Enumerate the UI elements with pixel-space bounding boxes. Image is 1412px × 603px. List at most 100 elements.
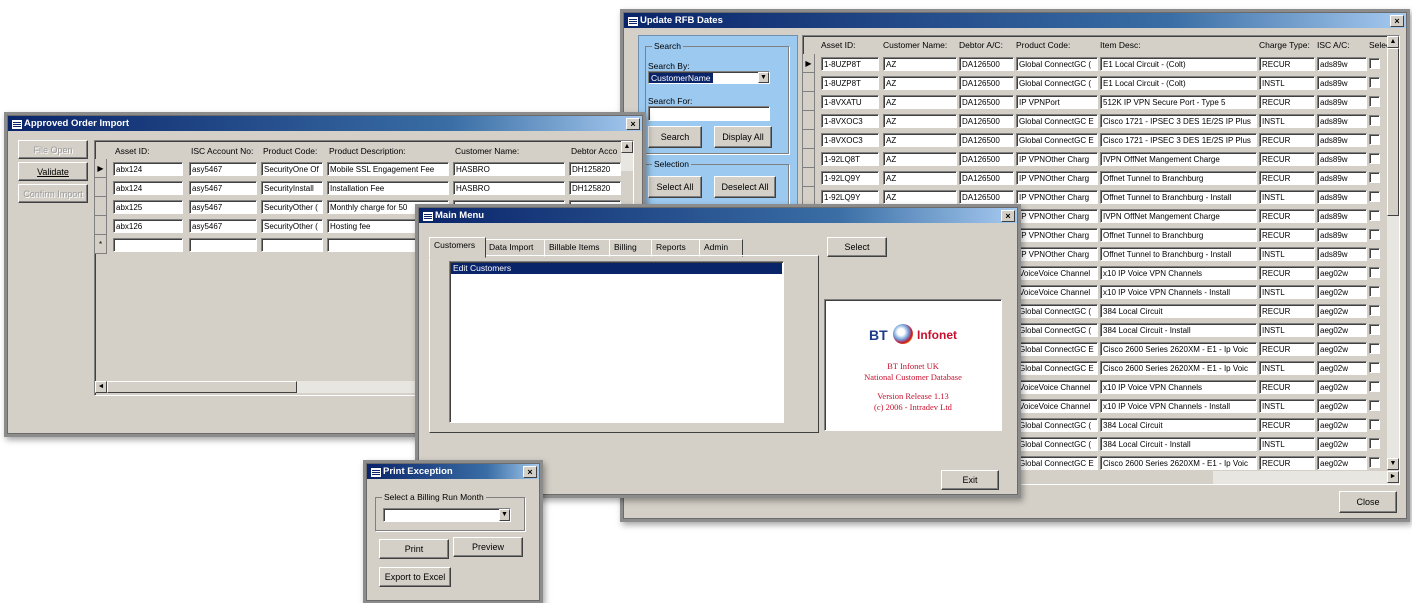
table-cell[interactable]: Global ConnectGC ( [1016,304,1098,318]
close-icon[interactable]: × [626,118,640,130]
select-checkbox[interactable] [1369,267,1380,278]
table-cell[interactable]: 1-92LQ9Y [821,190,879,204]
scroll-thumb[interactable] [1387,48,1399,216]
table-cell[interactable]: ads89w [1317,171,1367,185]
row-selector[interactable]: ▶ [803,54,815,73]
table-cell[interactable]: VoiceVoice Channel [1016,380,1098,394]
row-selector[interactable] [803,73,815,92]
search-by-combo[interactable]: CustomerName ▼ [648,71,770,84]
table-row[interactable]: 1-92LQ9Y AZ DA126500 IP VPNOther Charg Offne… [803,187,1387,206]
table-cell[interactable]: INSTL [1259,323,1315,337]
table-row[interactable]: 1-8VXOC3 AZ DA126500 Global ConnectGC E Cisc… [803,130,1387,149]
table-cell[interactable]: SecurityOne Of [261,162,323,176]
table-cell[interactable]: RECUR [1259,95,1315,109]
update-rfb-titlebar[interactable]: Update RFB Dates × [624,13,1406,28]
billing-run-month-combo[interactable]: ▼ [383,508,511,522]
table-cell[interactable]: ads89w [1317,228,1367,242]
table-cell[interactable]: 1-8VXOC3 [821,114,879,128]
table-cell[interactable]: INSTL [1259,76,1315,90]
table-cell[interactable]: asy5467 [189,162,257,176]
table-cell[interactable]: 384 Local Circuit - Install [1100,437,1257,451]
table-cell[interactable]: RECUR [1259,152,1315,166]
list-item[interactable]: Edit Customers [451,263,782,274]
table-cell[interactable]: DH125820 [569,162,621,176]
table-cell[interactable]: AZ [883,171,957,185]
table-cell[interactable]: VoiceVoice Channel [1016,266,1098,280]
table-cell[interactable]: IP VPNOther Charg [1016,171,1098,185]
table-cell[interactable]: ads89w [1317,76,1367,90]
table-row[interactable]: 1-92LQ9Y AZ DA126500 IP VPNOther Charg Offne… [803,168,1387,187]
import-horizontal-scrollbar[interactable]: ◄ [95,381,425,393]
table-cell[interactable]: Installation Fee [327,181,449,195]
row-selector[interactable] [95,197,107,216]
table-cell[interactable] [113,238,183,252]
table-cell[interactable]: aeg02w [1317,266,1367,280]
table-cell[interactable]: aeg02w [1317,437,1367,451]
table-cell[interactable]: Cisco 2600 Series 2620XM - E1 - Ip Voic [1100,342,1257,356]
table-cell[interactable]: AZ [883,114,957,128]
table-cell[interactable]: INSTL [1259,437,1315,451]
select-checkbox[interactable] [1369,77,1380,88]
exit-button[interactable]: Exit [941,470,999,490]
table-row[interactable]: 1-8UZP8T AZ DA126500 Global ConnectGC (E1 L… [803,73,1387,92]
table-cell[interactable]: INSTL [1259,190,1315,204]
rfb-vertical-scrollbar[interactable]: ▲ ▼ [1387,36,1399,470]
table-cell[interactable]: abx126 [113,219,183,233]
table-cell[interactable]: ads89w [1317,152,1367,166]
select-checkbox[interactable] [1369,457,1380,468]
table-cell[interactable]: Cisco 2600 Series 2620XM - E1 - Ip Voic [1100,361,1257,375]
table-cell[interactable]: RECUR [1259,57,1315,71]
table-cell[interactable]: Global ConnectGC E [1016,133,1098,147]
table-cell[interactable]: RECUR [1259,304,1315,318]
table-cell[interactable]: Global ConnectGC ( [1016,76,1098,90]
row-selector[interactable]: ▶ [95,159,107,178]
print-exception-titlebar[interactable]: Print Exception × [367,464,539,479]
select-checkbox[interactable] [1369,191,1380,202]
table-cell[interactable]: aeg02w [1317,380,1367,394]
select-checkbox[interactable] [1369,172,1380,183]
select-checkbox[interactable] [1369,210,1380,221]
select-checkbox[interactable] [1369,286,1380,297]
import-vertical-scrollbar[interactable]: ▲ [621,141,633,171]
table-cell[interactable]: HASBRO [453,181,565,195]
table-cell[interactable]: aeg02w [1317,361,1367,375]
table-cell[interactable]: Global ConnectGC E [1016,342,1098,356]
table-cell[interactable]: RECUR [1259,342,1315,356]
table-cell[interactable]: aeg02w [1317,323,1367,337]
table-cell[interactable]: Cisco 1721 - IPSEC 3 DES 1E/2S IP Plus [1100,114,1257,128]
table-cell[interactable]: abx124 [113,162,183,176]
table-cell[interactable]: ads89w [1317,95,1367,109]
row-selector[interactable] [803,111,815,130]
table-cell[interactable]: 1-8VXATU [821,95,879,109]
table-row[interactable]: 1-8VXOC3 AZ DA126500 Global ConnectGC E Cisc… [803,111,1387,130]
select-all-button[interactable]: Select All [648,176,702,198]
select-checkbox[interactable] [1369,115,1380,126]
table-cell[interactable]: VoiceVoice Channel [1016,285,1098,299]
table-cell[interactable]: 512K IP VPN Secure Port - Type 5 [1100,95,1257,109]
close-button[interactable]: Close [1339,491,1397,513]
row-selector[interactable] [95,178,107,197]
table-cell[interactable]: VoiceVoice Channel [1016,399,1098,413]
close-icon[interactable]: × [523,466,537,478]
select-checkbox[interactable] [1369,153,1380,164]
table-cell[interactable]: Global ConnectGC E [1016,114,1098,128]
table-cell[interactable]: RECUR [1259,380,1315,394]
table-cell[interactable]: Cisco 2600 Series 2620XM - E1 - Ip Voic [1100,456,1257,470]
table-cell[interactable]: IVPN OffNet Mangement Charge [1100,209,1257,223]
validate-button[interactable]: Validate [18,162,88,181]
preview-button[interactable]: Preview [453,537,523,557]
table-cell[interactable]: INSTL [1259,285,1315,299]
table-cell[interactable]: Mobile SSL Engagement Fee [327,162,449,176]
row-selector[interactable] [803,130,815,149]
print-button[interactable]: Print [379,539,449,559]
row-selector[interactable] [95,216,107,235]
select-checkbox[interactable] [1369,305,1380,316]
table-cell[interactable]: abx125 [113,200,183,214]
table-cell[interactable]: aeg02w [1317,285,1367,299]
table-cell[interactable]: RECUR [1259,133,1315,147]
table-cell[interactable]: AZ [883,95,957,109]
table-cell[interactable]: x10 IP Voice VPN Channels - Install [1100,399,1257,413]
select-checkbox[interactable] [1369,96,1380,107]
table-cell[interactable]: RECUR [1259,456,1315,470]
row-selector[interactable]: * [95,235,107,254]
